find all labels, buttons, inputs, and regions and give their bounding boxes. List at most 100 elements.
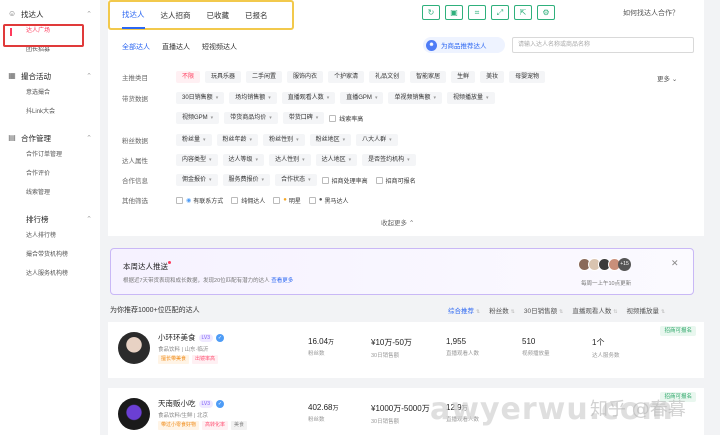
checkbox-contact[interactable]: ◉ 有联系方式 xyxy=(176,196,223,205)
table-row[interactable]: 招商可报名 小环环美食 LV3 ✓ 食品饮料 | 山东·临沂 擅长带美食 出镜率高 … xyxy=(108,322,704,378)
search-input[interactable] xyxy=(512,37,694,53)
sidebar-item-agency-rank[interactable]: 撮合带货机构榜 xyxy=(0,246,100,265)
tab-favorites[interactable]: 已收藏 xyxy=(207,3,230,28)
chip-option[interactable]: 母婴宠物 xyxy=(509,71,546,83)
chevron-down-icon: ▾ xyxy=(269,115,272,121)
chip-option[interactable]: 礼品文创 xyxy=(369,71,406,83)
sort-icon: ⇅ xyxy=(661,309,666,315)
creator-name[interactable]: 小环环美食 LV3 ✓ xyxy=(158,332,225,343)
subtab-live[interactable]: 直播达人 xyxy=(162,42,190,52)
dropdown-video-sales[interactable]: 单视频销售额 ▾ xyxy=(388,92,442,104)
sort-live-viewers[interactable]: 直播观看人数 ⇅ xyxy=(572,305,617,315)
sidebar-item-lead-manage[interactable]: 线索管理 xyxy=(0,184,100,203)
sidebar-item-coop-review[interactable]: 合作评价 xyxy=(0,165,100,184)
dropdown-live-gpm[interactable]: 直播GPM ▾ xyxy=(340,92,384,104)
dropdown-fans-region[interactable]: 粉丝地区 ▾ xyxy=(309,134,352,146)
top-tabs: 找达人 达人招商 已收藏 已报名 xyxy=(108,0,294,30)
sort-recommend[interactable]: 综合推荐 ⇅ xyxy=(448,305,480,315)
creator-name[interactable]: 天南贩小吃 LV3 ✓ xyxy=(158,398,225,409)
view-more-link[interactable]: 查看更多 xyxy=(271,278,293,284)
checkbox-star[interactable]: ● 明星 xyxy=(273,196,301,205)
chevron-up-icon: ⌃ xyxy=(86,135,92,142)
sidebar-group-match-activity[interactable]: ▦ 撮合活动 ⌃ xyxy=(0,68,100,84)
dropdown-live-viewers[interactable]: 直播观看人数 ▾ xyxy=(281,92,336,104)
chevron-down-icon: ▾ xyxy=(389,137,392,143)
sidebar-item-select-match[interactable]: 意选撮合 xyxy=(0,84,100,103)
dropdown-fans-count[interactable]: 粉丝量 ▾ xyxy=(176,134,212,146)
document-icon: ▤ xyxy=(8,133,16,142)
collapse-button[interactable]: 收起更多 ⌃ xyxy=(381,217,414,227)
dropdown-talent-level[interactable]: 达人等级 ▾ xyxy=(222,154,265,166)
chip-option[interactable]: 个护家清 xyxy=(328,71,365,83)
sidebar-item-link-conference[interactable]: 抖Link大会 xyxy=(0,103,100,122)
chip-option[interactable]: 智能家居 xyxy=(410,71,447,83)
filter-row-category: 主推类目 不限 玩具乐器 二手闲置 服饰内衣 个护家清 礼品文创 智能家居 生鲜… xyxy=(122,70,550,84)
checkbox-recruit-rate[interactable]: 招商处理率高 xyxy=(321,176,368,185)
avatar-count: +15 xyxy=(618,258,631,271)
fullscreen-icon[interactable]: ⤢ xyxy=(491,5,509,20)
sort-video-plays[interactable]: 视频播放量 ⇅ xyxy=(627,305,666,315)
checkbox-icon xyxy=(231,196,239,204)
sidebar-group-coop-manage[interactable]: ▤ 合作管理 ⌃ xyxy=(0,130,100,146)
dropdown-30d-sales[interactable]: 30日销售额 ▾ xyxy=(176,92,225,104)
contact-icon: ◉ xyxy=(186,197,192,204)
chevron-down-icon: ▾ xyxy=(308,177,311,183)
weekly-push-card: 本周达人推送 根据近7天带货表现和成长数据，发现20位匹配有潜力的达人 查看更多… xyxy=(110,248,694,295)
sidebar-item-talent-rank[interactable]: 达人排行榜 xyxy=(0,227,100,246)
select-icon[interactable]: ▣ xyxy=(445,5,463,20)
chip-option[interactable]: 服饰内衣 xyxy=(287,71,324,83)
close-icon[interactable]: ✕ xyxy=(671,258,679,269)
chip-unlimited[interactable]: 不限 xyxy=(176,71,201,83)
subtab-video[interactable]: 短视频达人 xyxy=(202,42,237,52)
chip-option[interactable]: 美妆 xyxy=(480,71,505,83)
push-avatars[interactable]: +15 xyxy=(578,258,631,271)
subtab-all[interactable]: 全部达人 xyxy=(122,42,150,52)
dropdown-talent-gender[interactable]: 达人性别 ▾ xyxy=(269,154,311,166)
dropdown-avg-price[interactable]: 带货商品均价 ▾ xyxy=(224,112,278,124)
sidebar: ☺ 找达人 ⌃ 达人广场 团长招募 ▦ 撮合活动 ⌃ 意选撮合 抖Link大会 ▤ 合作管… xyxy=(0,0,100,435)
dropdown-content-type[interactable]: 内容类型 ▾ xyxy=(176,154,218,166)
export-icon[interactable]: ⇱ xyxy=(514,5,532,20)
help-link[interactable]: 如何找达人合作？ xyxy=(623,8,679,18)
chevron-up-icon: ⌃ xyxy=(408,220,415,227)
sort-30d-sales[interactable]: 30日销售额 ⇅ xyxy=(524,305,563,315)
sidebar-item-coop-orders[interactable]: 合作订单管理 xyxy=(0,146,100,165)
tag: 美食 xyxy=(231,421,248,430)
dropdown-eight-groups[interactable]: 八大人群 ▾ xyxy=(356,134,398,146)
dropdown-talent-region[interactable]: 达人地区 ▾ xyxy=(315,154,358,166)
tab-registered[interactable]: 已报名 xyxy=(245,3,268,28)
dropdown-fans-age[interactable]: 粉丝年龄 ▾ xyxy=(216,134,259,146)
dropdown-video-plays[interactable]: 视频播放量 ▾ xyxy=(446,92,495,104)
more-button[interactable]: 更多 ⌄ xyxy=(657,73,677,83)
sort-icon: ⇅ xyxy=(559,309,564,315)
chip-option[interactable]: 生鲜 xyxy=(451,71,476,83)
recommend-button[interactable]: ☻ 为商品推荐达人 xyxy=(423,37,505,53)
checkbox-pure-commission[interactable]: 纯佣达人 xyxy=(231,196,265,205)
sidebar-group-find-talent[interactable]: ☺ 找达人 ⌃ xyxy=(0,6,100,22)
chip-option[interactable]: 玩具乐器 xyxy=(205,71,242,83)
dropdown-fans-gender[interactable]: 粉丝性别 ▾ xyxy=(263,134,305,146)
dropdown-video-gpm[interactable]: 视频GPM ▾ xyxy=(176,112,220,124)
robot-icon: ☻ xyxy=(426,39,437,51)
dropdown-service-fee[interactable]: 服务费报价 ▾ xyxy=(222,174,271,186)
tab-find-talent[interactable]: 找达人 xyxy=(122,2,145,29)
refresh-icon[interactable]: ↻ xyxy=(422,5,440,20)
dropdown-agency[interactable]: 是否签约机构 ▾ xyxy=(362,154,416,166)
dropdown-reputation[interactable]: 带货口碑 ▾ xyxy=(282,112,325,124)
settings-icon[interactable]: ⚙ xyxy=(537,5,555,20)
sort-icon: ⇅ xyxy=(510,309,515,315)
sidebar-item-service-rank[interactable]: 达人服务机构榜 xyxy=(0,265,100,284)
sort-fans[interactable]: 粉丝数 ⇅ xyxy=(489,305,515,315)
checkbox-dark-horse[interactable]: ● 黑马达人 xyxy=(308,196,349,205)
sidebar-group-ranking[interactable]: 排行榜 ⌃ xyxy=(0,211,100,227)
chip-option[interactable]: 二手闲置 xyxy=(246,71,283,83)
tab-talent-recruit[interactable]: 达人招商 xyxy=(161,3,191,28)
checkbox-recruit-open[interactable]: 招商可报名 xyxy=(375,176,416,185)
crop-icon[interactable]: ⌗ xyxy=(468,5,486,20)
dropdown-coop-status[interactable]: 合作状态 ▾ xyxy=(275,174,317,186)
dropdown-commission[interactable]: 佣金报价 ▾ xyxy=(176,174,218,186)
checkbox-lead-rate[interactable]: 线索率高 xyxy=(329,114,363,123)
push-title: 本周达人推送 xyxy=(123,261,171,272)
dropdown-avg-sales[interactable]: 场均销售额 ▾ xyxy=(229,92,277,104)
chevron-down-icon: ▾ xyxy=(486,95,489,101)
